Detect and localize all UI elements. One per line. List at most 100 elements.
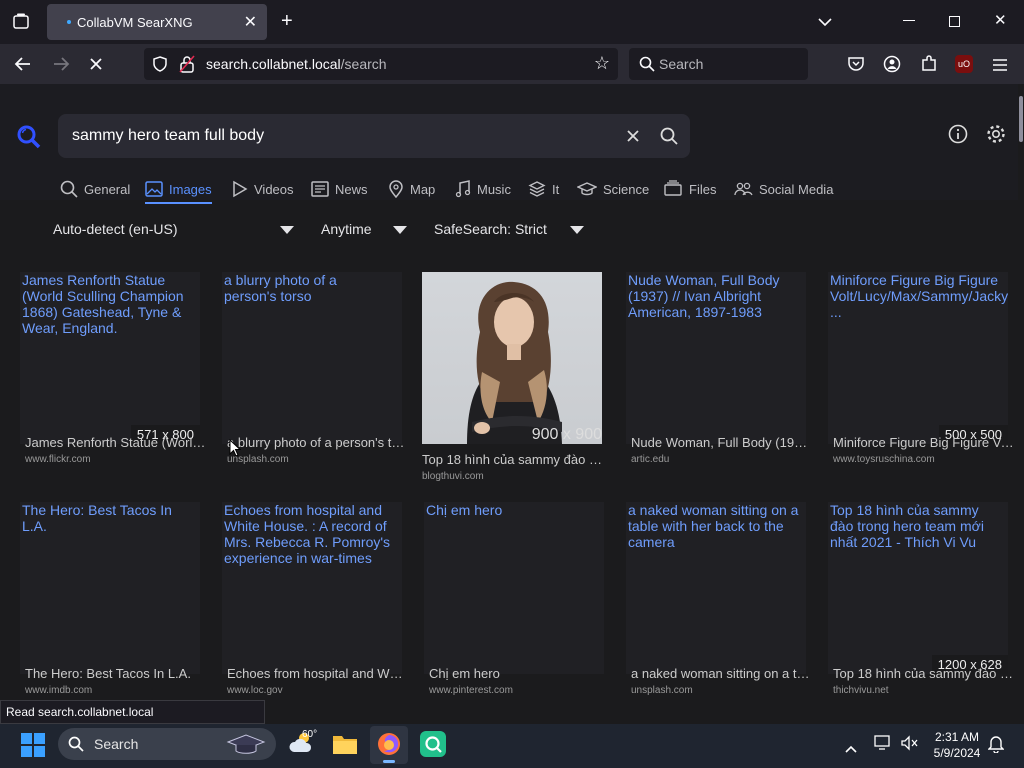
image-domain[interactable]: www.pinterest.com <box>429 685 513 696</box>
tab-list-chevron-icon[interactable] <box>818 14 832 32</box>
tab-close-icon[interactable]: ✕ <box>244 12 257 32</box>
minimize-icon[interactable] <box>903 20 915 21</box>
image-caption[interactable]: Chị em hero <box>429 666 611 681</box>
image-result-8[interactable]: Chị em hero <box>424 502 604 674</box>
info-icon[interactable] <box>948 124 968 149</box>
stop-loading-icon[interactable] <box>88 56 104 77</box>
category-news[interactable]: News <box>311 176 368 202</box>
image-icon <box>145 181 163 197</box>
browser-tab[interactable]: CollabVM SearXNG ✕ <box>47 4 267 40</box>
image-result-1[interactable]: James Renforth Statue (World Sculling Ch… <box>20 272 200 444</box>
image-caption[interactable]: Top 18 hình của sammy đào trong hero tea… <box>422 452 604 467</box>
image-caption[interactable]: a naked woman sitting on a table with he… <box>631 666 813 681</box>
graduation-cap-icon <box>577 182 597 196</box>
category-music[interactable]: Music <box>455 176 511 202</box>
scrollbar-track[interactable] <box>1018 84 1024 724</box>
taskbar-firefox-active[interactable] <box>370 726 408 764</box>
image-resolution: 900 x 900 <box>531 426 602 443</box>
app-green-icon[interactable] <box>420 731 446 757</box>
search-query-input[interactable]: sammy hero team full body <box>72 127 264 145</box>
category-label: Social Media <box>759 181 834 197</box>
windows-start-icon[interactable] <box>21 733 45 762</box>
tab-overview-icon[interactable] <box>12 12 30 35</box>
network-icon[interactable] <box>874 735 892 756</box>
category-label: Map <box>410 181 436 197</box>
tray-chevron-up-icon[interactable] <box>845 740 857 758</box>
url-text: search.collabnet.local/search <box>206 56 387 72</box>
category-science[interactable]: Science <box>577 176 649 202</box>
category-videos[interactable]: Videos <box>232 176 294 202</box>
image-caption[interactable]: Nude Woman, Full Body (1937) // Ivan Alb… <box>631 435 813 450</box>
image-caption[interactable]: Top 18 hình của sammy đào trong hero tea… <box>833 666 1015 681</box>
time-range-caret-icon[interactable] <box>393 226 407 234</box>
image-caption[interactable]: a blurry photo of a person's torso <box>227 435 409 450</box>
scrollbar-thumb[interactable] <box>1019 96 1023 142</box>
category-images[interactable]: Images <box>145 176 212 204</box>
image-result-6[interactable]: The Hero: Best Tacos In L.A. <box>20 502 200 674</box>
menu-icon[interactable] <box>993 58 1007 76</box>
image-result-9[interactable]: a naked woman sitting on a table with he… <box>626 502 806 674</box>
tab-loading-dot <box>67 20 71 24</box>
image-result-10[interactable]: Top 18 hình của sammy đào trong hero tea… <box>828 502 1008 674</box>
account-icon[interactable] <box>883 55 901 78</box>
language-select-caret-icon[interactable] <box>280 226 294 234</box>
image-result-4[interactable]: Nude Woman, Full Body (1937) // Ivan Alb… <box>626 272 806 444</box>
play-icon <box>233 180 248 198</box>
window-close-icon[interactable]: ✕ <box>994 11 1007 29</box>
image-caption[interactable]: The Hero: Best Tacos In L.A. <box>25 666 207 681</box>
image-domain[interactable]: thichvivu.net <box>833 685 889 696</box>
image-domain[interactable]: artic.edu <box>631 454 669 465</box>
category-map[interactable]: Map <box>388 176 435 202</box>
new-tab-icon[interactable]: + <box>281 10 293 33</box>
taskbar-search-box[interactable]: Search <box>58 728 276 760</box>
category-label: Videos <box>254 181 294 197</box>
insecure-lock-icon[interactable] <box>179 55 195 73</box>
image-caption[interactable]: Echoes from hospital and White House <box>227 666 409 681</box>
safesearch-select[interactable]: SafeSearch: Strict <box>434 221 547 237</box>
tab-title: CollabVM SearXNG <box>77 15 193 30</box>
taskbar-search-label: Search <box>94 736 139 752</box>
image-result-3[interactable]: 900 x 900 <box>422 272 602 444</box>
volume-muted-icon[interactable] <box>900 735 918 756</box>
layers-icon <box>528 181 546 197</box>
category-social-media[interactable]: Social Media <box>733 176 833 202</box>
image-domain[interactable]: www.flickr.com <box>25 454 91 465</box>
time-range-select[interactable]: Anytime <box>321 221 372 237</box>
pocket-icon[interactable] <box>847 56 865 77</box>
file-explorer-icon[interactable] <box>332 732 358 761</box>
browser-search-field[interactable]: Search <box>629 48 808 80</box>
back-icon[interactable] <box>14 56 32 77</box>
category-general[interactable]: General <box>60 176 130 202</box>
notification-bell-icon[interactable] <box>987 735 1005 758</box>
image-domain[interactable]: www.imdb.com <box>25 685 92 696</box>
language-select[interactable]: Auto-detect (en-US) <box>53 221 178 237</box>
weather-widget[interactable]: 60° <box>288 729 317 759</box>
image-result-2[interactable]: a blurry photo of a person's torso <box>222 272 402 444</box>
ublock-origin-icon[interactable]: uO <box>955 55 973 73</box>
safesearch-caret-icon[interactable] <box>570 226 584 234</box>
extensions-icon[interactable] <box>920 55 938 78</box>
image-alt-text: Nude Woman, Full Body (1937) // Ivan Alb… <box>628 272 780 320</box>
image-domain[interactable]: www.toysruschina.com <box>833 454 935 465</box>
bookmark-star-icon[interactable]: ☆ <box>594 53 610 74</box>
image-result-7[interactable]: Echoes from hospital and White House. : … <box>222 502 402 674</box>
taskbar-clock[interactable]: 2:31 AM 5/9/2024 <box>924 729 990 761</box>
submit-search-icon[interactable] <box>660 127 678 145</box>
search-query-box[interactable]: sammy hero team full body <box>58 114 690 158</box>
category-files[interactable]: Files <box>663 176 716 202</box>
searxng-logo-icon[interactable] <box>16 124 42 155</box>
image-domain[interactable]: www.loc.gov <box>227 685 283 696</box>
restore-icon[interactable] <box>949 16 960 27</box>
image-alt-text: a blurry photo of a person's torso <box>224 272 337 304</box>
image-domain[interactable]: blogthuvi.com <box>422 471 484 482</box>
search-icon <box>60 180 78 198</box>
shield-icon[interactable] <box>152 56 168 72</box>
category-it[interactable]: It <box>528 176 559 202</box>
image-caption[interactable]: Miniforce Figure Big Figure Volt/Lucy/Ma… <box>833 435 1015 450</box>
image-result-5[interactable]: Miniforce Figure Big Figure Volt/Lucy/Ma… <box>828 272 1008 444</box>
preferences-gear-icon[interactable] <box>985 123 1007 150</box>
image-caption[interactable]: James Renforth Statue (World Sculling Ch… <box>25 435 207 450</box>
image-domain[interactable]: unsplash.com <box>631 685 693 696</box>
clear-query-icon[interactable] <box>626 129 640 143</box>
address-bar[interactable]: search.collabnet.local/search ☆ <box>144 48 618 80</box>
